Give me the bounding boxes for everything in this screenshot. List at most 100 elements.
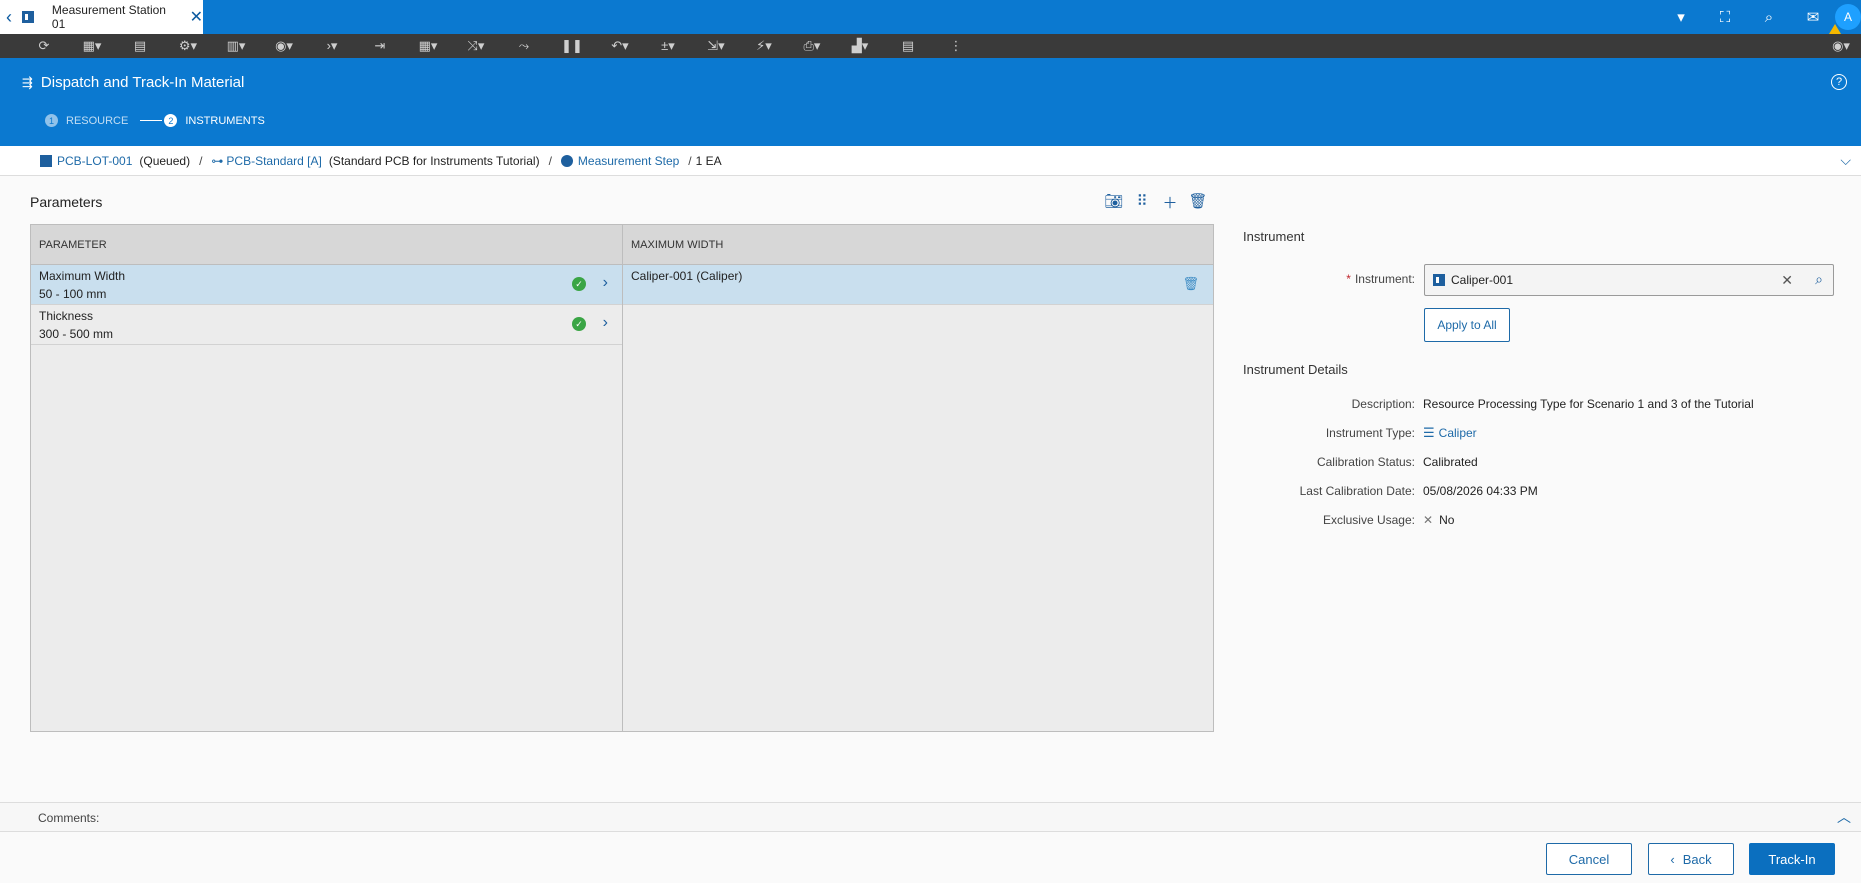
- material-icon: [40, 154, 52, 167]
- breadcrumb: PCB-LOT-001 (Queued) / ⊶ PCB-Standard [A…: [0, 146, 1861, 176]
- refresh-icon[interactable]: ⟳: [20, 38, 68, 54]
- quantity: 1 EA: [695, 153, 722, 168]
- chevron-left-icon: ‹: [1670, 851, 1675, 867]
- export-icon[interactable]: ⇲▾: [692, 38, 740, 54]
- help-icon[interactable]: ?: [1831, 74, 1847, 90]
- chevron-up-icon[interactable]: ︿: [1837, 807, 1851, 827]
- parameters-title: Parameters: [30, 194, 103, 210]
- assigned-instrument: Caliper-001 (Caliper): [631, 269, 743, 283]
- more-icon[interactable]: ⋮: [932, 38, 980, 54]
- table-row[interactable]: Thickness 300 - 500 mm ✓ ›: [31, 305, 622, 345]
- instrument-input[interactable]: Caliper-001 ✕ ⌕: [1424, 264, 1834, 296]
- comments-bar[interactable]: Comments: ︿: [0, 802, 1861, 832]
- column-header-maximum-width[interactable]: MAXIMUM WIDTH: [623, 225, 1213, 265]
- split-icon[interactable]: ▦▾: [404, 38, 452, 54]
- close-tab-icon[interactable]: ✕: [190, 7, 203, 27]
- comments-label: Comments:: [38, 811, 100, 825]
- wizard-title: ⇶ Dispatch and Track-In Material: [22, 74, 244, 91]
- back-chevron-icon[interactable]: ‹: [0, 7, 18, 28]
- instrument-type-link[interactable]: Caliper: [1439, 426, 1477, 440]
- parameter-column: PARAMETER Maximum Width 50 - 100 mm ✓ › …: [31, 225, 623, 731]
- parameter-range: 300 - 500 mm: [39, 327, 114, 341]
- route-icon[interactable]: ⤳: [500, 38, 548, 54]
- view-icon[interactable]: ◉▾: [260, 38, 308, 54]
- chevron-right-icon[interactable]: ›: [603, 314, 608, 332]
- step-connector: [140, 120, 163, 121]
- document-icon[interactable]: ▤: [116, 38, 164, 54]
- wizard-title-text: Dispatch and Track-In Material: [40, 74, 245, 91]
- wizard-steps: 1 RESOURCE 2 INSTRUMENTS: [45, 114, 265, 127]
- toolbar: ⟳ ▦▾ ▤ ⚙▾ ▥▾ ◉▾ ›▾ ⇥ ▦▾ ⤨▾ ⤳ ❚❚ ↶▾ ±▾ ⇲▾…: [0, 34, 1861, 58]
- parameters-grid: PARAMETER Maximum Width 50 - 100 mm ✓ › …: [30, 224, 1214, 732]
- avatar[interactable]: A: [1829, 4, 1861, 34]
- search-icon[interactable]: ⌕: [1815, 271, 1823, 288]
- instrument-type-value: ☰ Caliper: [1423, 425, 1477, 441]
- next-icon[interactable]: ›▾: [308, 38, 356, 54]
- calibration-status-value: Calibrated: [1423, 455, 1478, 469]
- instrument-label: * Instrument:: [1240, 272, 1415, 286]
- breadcrumb-separator: /: [688, 153, 692, 168]
- material-state: (Queued): [139, 153, 191, 168]
- apply-to-all-button[interactable]: Apply to All: [1424, 308, 1510, 342]
- product-link[interactable]: PCB-Standard [A]: [226, 154, 321, 168]
- delete-icon[interactable]: 🗑︎: [1184, 192, 1212, 213]
- parameter-range: 50 - 100 mm: [39, 287, 107, 301]
- trash-icon[interactable]: 🗑︎: [1182, 276, 1199, 292]
- instrument-value: Caliper-001: [1451, 273, 1514, 287]
- list-icon: ☰: [1423, 425, 1435, 440]
- step-2-label[interactable]: INSTRUMENTS: [185, 115, 264, 127]
- exclusive-usage-value: ✕ No: [1423, 513, 1454, 527]
- grid-icon[interactable]: ⠿: [1128, 192, 1156, 213]
- top-bar: ‹ Measurement Station 01 ✕ ▾ ⛶ ⌕ ✉ A: [0, 0, 1861, 34]
- parameter-name: Maximum Width: [39, 269, 126, 283]
- notes-icon[interactable]: ▥▾: [212, 38, 260, 54]
- warning-icon: [1829, 24, 1841, 34]
- material-link[interactable]: PCB-LOT-001: [57, 154, 132, 168]
- track-in-button[interactable]: Track-In: [1749, 843, 1835, 875]
- pause-icon[interactable]: ❚❚: [548, 38, 596, 54]
- chevron-right-icon[interactable]: ›: [603, 274, 608, 292]
- book-icon[interactable]: ▤: [884, 38, 932, 54]
- search-icon[interactable]: ⌕: [1747, 9, 1791, 26]
- chevron-down-icon[interactable]: ⌵: [1840, 152, 1851, 169]
- step-2-number[interactable]: 2: [164, 114, 178, 127]
- description-value: Resource Processing Type for Scenario 1 …: [1423, 397, 1754, 411]
- add-icon[interactable]: ＋: [1156, 192, 1184, 213]
- visibility-icon[interactable]: ◉▾: [1821, 38, 1861, 54]
- maximum-width-column: MAXIMUM WIDTH Caliper-001 (Caliper) 🗑︎: [623, 225, 1213, 731]
- back-button[interactable]: ‹ Back: [1648, 843, 1734, 875]
- dropdown-icon[interactable]: ▾: [1659, 8, 1703, 26]
- settings-icon[interactable]: ⚙▾: [164, 38, 212, 54]
- product-icon: ⊶: [211, 153, 224, 168]
- exclusive-usage-label: Exclusive Usage:: [1322, 513, 1415, 527]
- check-icon: ✓: [572, 317, 586, 331]
- exclusive-usage-text: No: [1439, 513, 1455, 527]
- top-actions: ▾ ⛶ ⌕ ✉ A: [1659, 0, 1861, 34]
- table-row[interactable]: Caliper-001 (Caliper) 🗑︎: [623, 265, 1213, 305]
- parameter-name: Thickness: [39, 309, 94, 323]
- step-link[interactable]: Measurement Step: [578, 154, 679, 168]
- merge-icon[interactable]: ⤨▾: [452, 38, 500, 54]
- dispatch-icon[interactable]: ▦▾: [68, 38, 116, 54]
- scan-icon[interactable]: ⛶: [1703, 9, 1747, 26]
- resource-icon: [21, 11, 34, 23]
- step-icon: [560, 154, 573, 167]
- step-1-label[interactable]: RESOURCE: [66, 115, 128, 127]
- last-calibration-value: 05/08/2026 04:33 PM: [1423, 484, 1538, 498]
- clear-icon[interactable]: ✕: [1781, 272, 1793, 289]
- instrument-details-title: Instrument Details: [1243, 362, 1348, 377]
- table-row[interactable]: Maximum Width 50 - 100 mm ✓ ›: [31, 265, 622, 305]
- column-header-parameter[interactable]: PARAMETER: [31, 225, 622, 265]
- camera-icon[interactable]: 📷︎: [1100, 192, 1128, 213]
- chart-icon[interactable]: ▟▾: [836, 38, 884, 54]
- cancel-button[interactable]: Cancel: [1546, 843, 1632, 875]
- lightning-icon[interactable]: ⚡▾: [740, 38, 788, 54]
- undo-icon[interactable]: ↶▾: [596, 38, 644, 54]
- station-tab[interactable]: ‹ Measurement Station 01 ✕: [0, 0, 203, 34]
- step-1-number[interactable]: 1: [45, 114, 58, 127]
- track-in-icon[interactable]: ⇥: [356, 38, 404, 54]
- print-icon[interactable]: ⎙▾: [788, 38, 836, 54]
- adjust-icon[interactable]: ±▾: [644, 38, 692, 54]
- tab-title: Measurement Station 01: [51, 3, 166, 31]
- instrument-type-label: Instrument Type:: [1325, 426, 1415, 440]
